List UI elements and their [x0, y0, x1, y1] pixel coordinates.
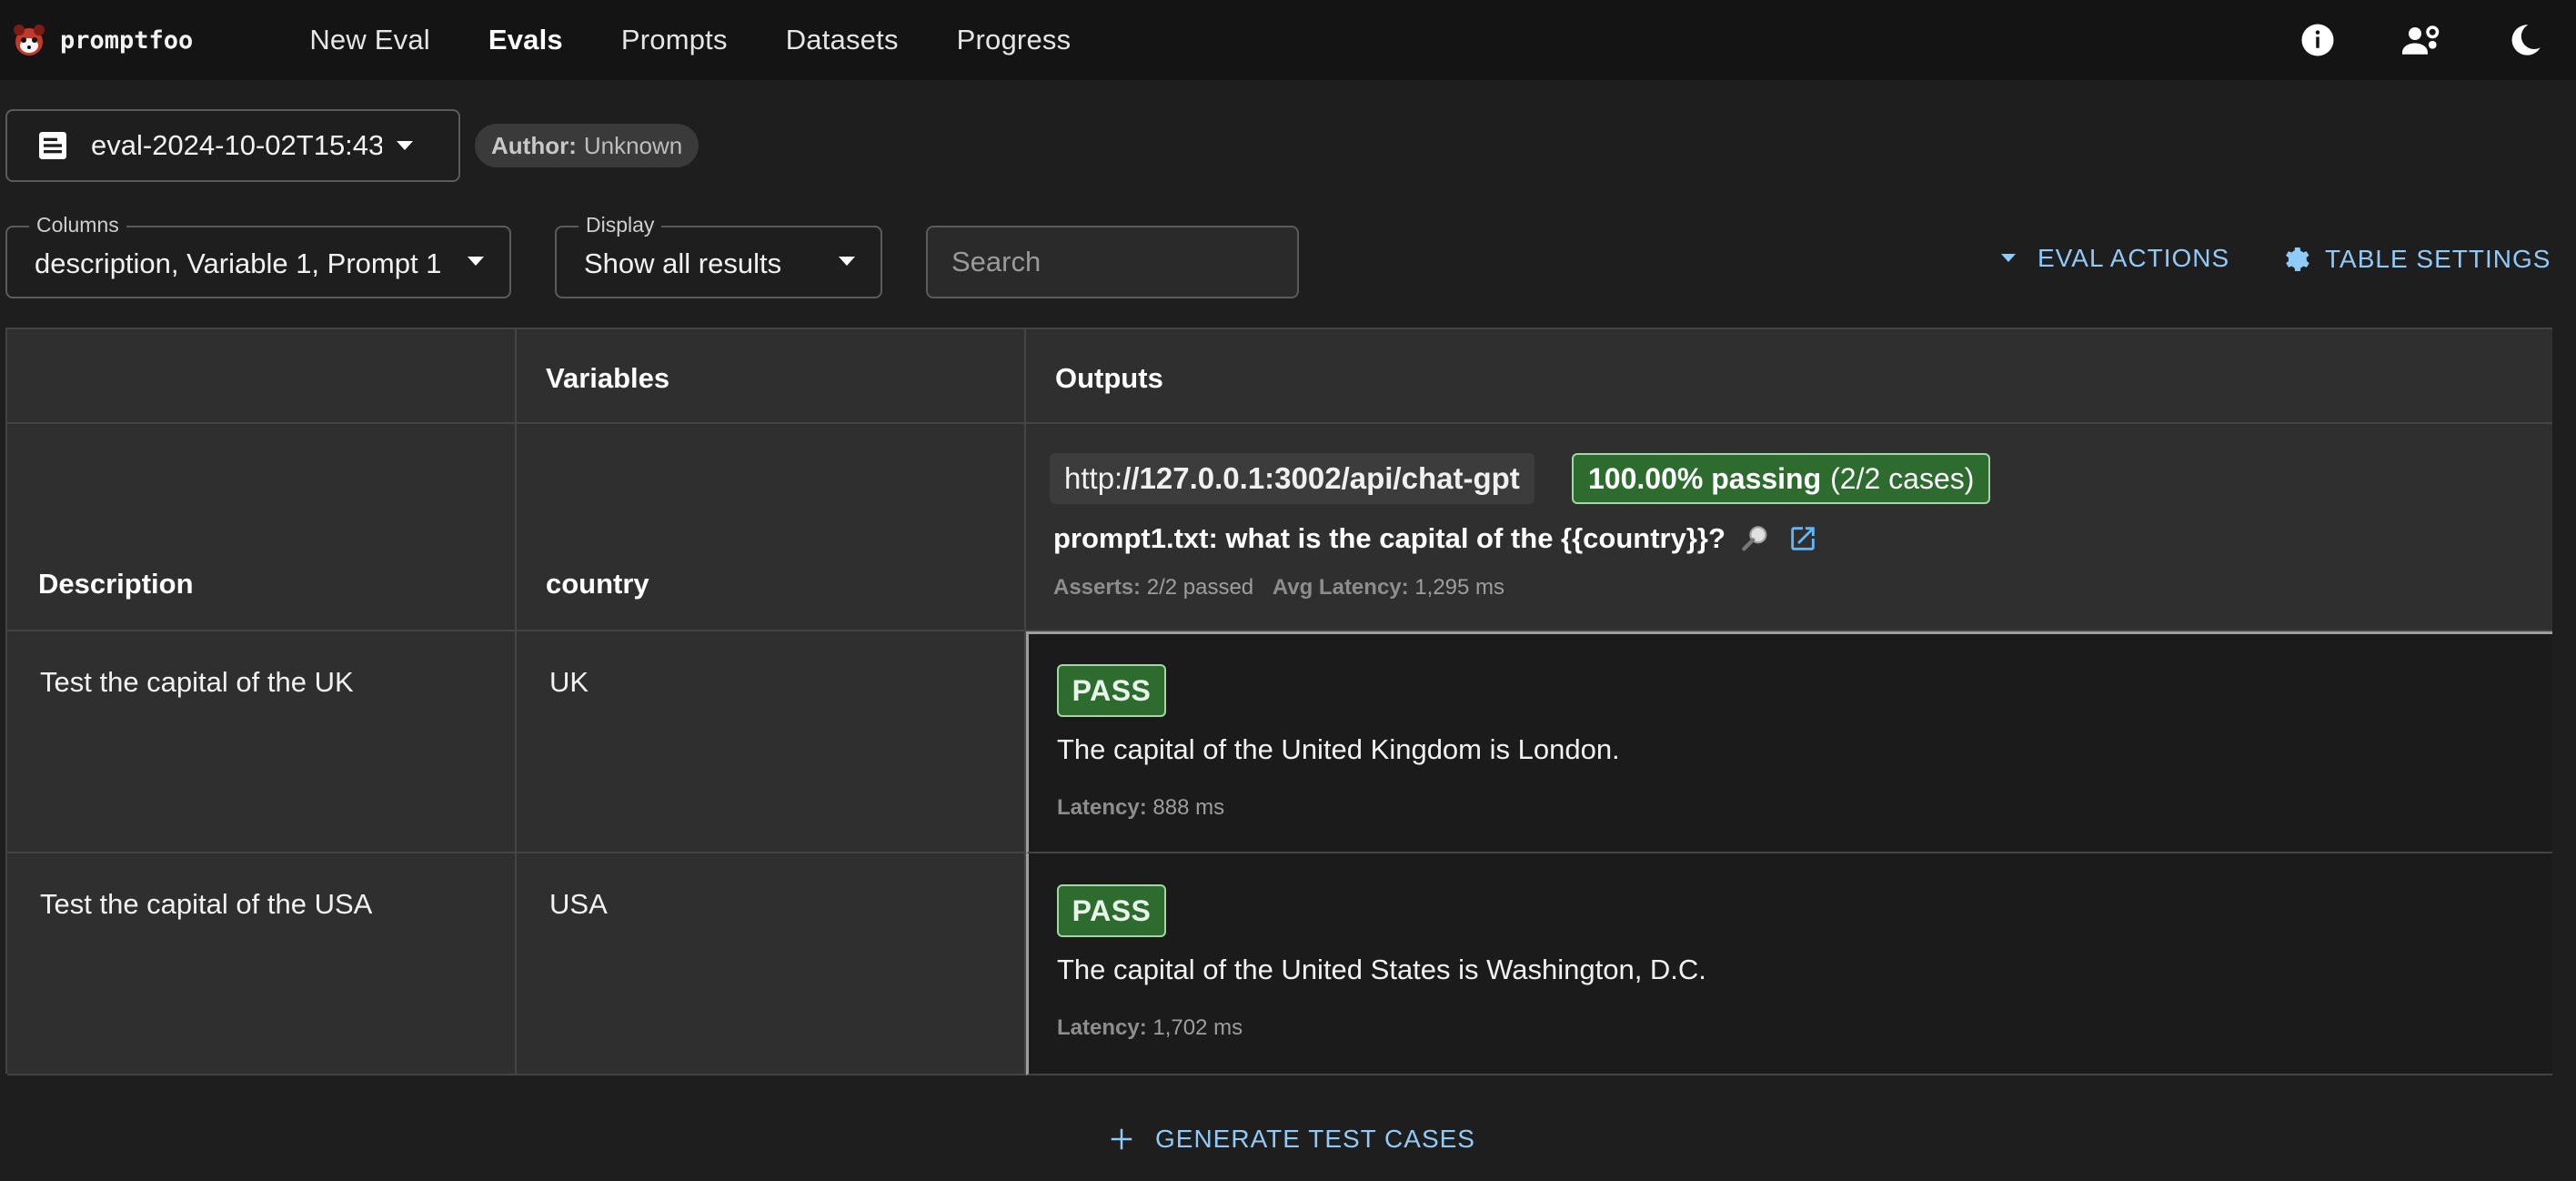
display-label: Display [579, 213, 662, 237]
row-2-output-text: The capital of the United States is Wash… [1057, 954, 1706, 985]
header-group-outputs: Outputs [1026, 329, 2552, 424]
header-group-variables: Variables [517, 329, 1026, 424]
eval-actions-label: EVAL ACTIONS [2038, 244, 2230, 272]
avg-latency-label: Avg Latency: [1272, 575, 1409, 600]
variables-header: Variables [546, 362, 670, 394]
magnifier-icon[interactable] [1740, 523, 1771, 554]
header-group-empty [7, 329, 517, 424]
asserts-label: Asserts: [1053, 575, 1142, 600]
avg-latency-value: 1,295 ms [1414, 575, 1505, 600]
columns-select[interactable]: Columns description, Variable 1, Prompt … [5, 213, 511, 298]
nav-prompts[interactable]: Prompts [621, 24, 728, 56]
pass-rate-badge: 100.00% passing (2/2 cases) [1572, 453, 1991, 504]
row-2-latency-label: Latency: [1057, 1015, 1147, 1040]
eval-selector[interactable]: eval-2024-10-02T15:43 [5, 109, 460, 182]
outputs-header: Outputs [1055, 362, 1163, 394]
table-settings-label: TABLE SETTINGS [2325, 245, 2551, 273]
table-row-1-country: UK [517, 631, 1026, 853]
columns-label: Columns [29, 213, 126, 237]
generate-test-cases-label: GENERATE TEST CASES [1155, 1125, 1475, 1153]
prompt-text: prompt1.txt: what is the capital of the … [1053, 522, 1726, 554]
country-header: country [546, 568, 649, 600]
main-nav: New Eval Evals Prompts Datasets Progress [309, 24, 1129, 56]
app-logo[interactable]: promptfoo [11, 22, 193, 58]
description-column-header: Description [7, 424, 517, 631]
prompt-text-line: prompt1.txt: what is the capital of the … [1053, 522, 1818, 555]
pass-badge: PASS [1057, 664, 1166, 717]
chevron-down-icon [468, 257, 484, 266]
top-nav-bar: promptfoo New Eval Evals Prompts Dataset… [0, 0, 2576, 80]
info-icon[interactable] [2294, 16, 2341, 64]
nav-evals[interactable]: Evals [488, 24, 563, 56]
eval-actions-button[interactable]: EVAL ACTIONS [1999, 244, 2229, 273]
nav-datasets[interactable]: Datasets [786, 24, 899, 56]
prompt-meta: Asserts: 2/2 passed Avg Latency: 1,295 m… [1053, 575, 1504, 601]
row-2-country: USA [549, 888, 608, 920]
provider-prefix: http: [1064, 461, 1123, 495]
author-label: Author: [491, 131, 577, 159]
search-input[interactable] [926, 226, 1299, 298]
row-1-country: UK [549, 666, 589, 698]
nav-progress[interactable]: Progress [957, 24, 1072, 56]
row-1-latency-label: Latency: [1057, 795, 1147, 820]
provider-chip: http://127.0.0.1:3002/api/chat-gpt [1050, 453, 1535, 504]
generate-test-cases-button[interactable]: GENERATE TEST CASES [1108, 1125, 1475, 1154]
top-icons [2238, 16, 2549, 64]
pass-badge: PASS [1057, 884, 1166, 937]
description-header: Description [38, 568, 194, 600]
row-2-description: Test the capital of the USA [40, 888, 373, 920]
gear-icon [2286, 247, 2309, 272]
panda-logo-icon [14, 25, 45, 56]
pass-rate-percent: 100.00% passing [1588, 461, 1822, 495]
caret-down-icon [2001, 254, 2016, 262]
table-row-1-description: Test the capital of the UK [7, 631, 517, 853]
table-row-2-description: Test the capital of the USA [7, 853, 517, 1075]
row-2-latency: Latency: 1,702 ms [1057, 1015, 1243, 1041]
display-value: Show all results [584, 247, 782, 279]
nav-new-eval[interactable]: New Eval [309, 24, 430, 56]
columns-value: description, Variable 1, Prompt 1 [35, 247, 442, 279]
provider-url: //127.0.0.1:3002/api/chat-gpt [1122, 461, 1520, 495]
display-select[interactable]: Display Show all results [555, 213, 882, 298]
asserts-value: 2/2 passed [1146, 575, 1254, 600]
table-settings-button[interactable]: TABLE SETTINGS [2279, 244, 2551, 275]
user-settings-icon[interactable] [2398, 16, 2445, 64]
open-in-new-icon[interactable] [1787, 523, 1818, 554]
country-column-header: country [517, 424, 1026, 631]
app-name: promptfoo [60, 25, 194, 55]
table-row-2-country: USA [517, 853, 1026, 1075]
author-value: Unknown [583, 131, 683, 159]
row-1-latency-value: 888 ms [1152, 795, 1225, 820]
plus-icon [1111, 1128, 1132, 1150]
dark-mode-icon[interactable] [2501, 16, 2549, 64]
author-chip: Author: Unknown [475, 124, 699, 167]
chevron-down-icon [397, 141, 413, 150]
row-1-latency: Latency: 888 ms [1057, 795, 1224, 821]
row-2-latency-value: 1,702 ms [1152, 1015, 1243, 1040]
chevron-down-icon [839, 257, 855, 266]
row-1-description: Test the capital of the UK [40, 666, 354, 698]
eval-selector-value: eval-2024-10-02T15:43 [91, 129, 382, 161]
pass-rate-cases: (2/2 cases) [1830, 461, 1975, 495]
row-1-output-text: The capital of the United Kingdom is Lon… [1057, 733, 1620, 765]
file-icon [39, 132, 66, 159]
